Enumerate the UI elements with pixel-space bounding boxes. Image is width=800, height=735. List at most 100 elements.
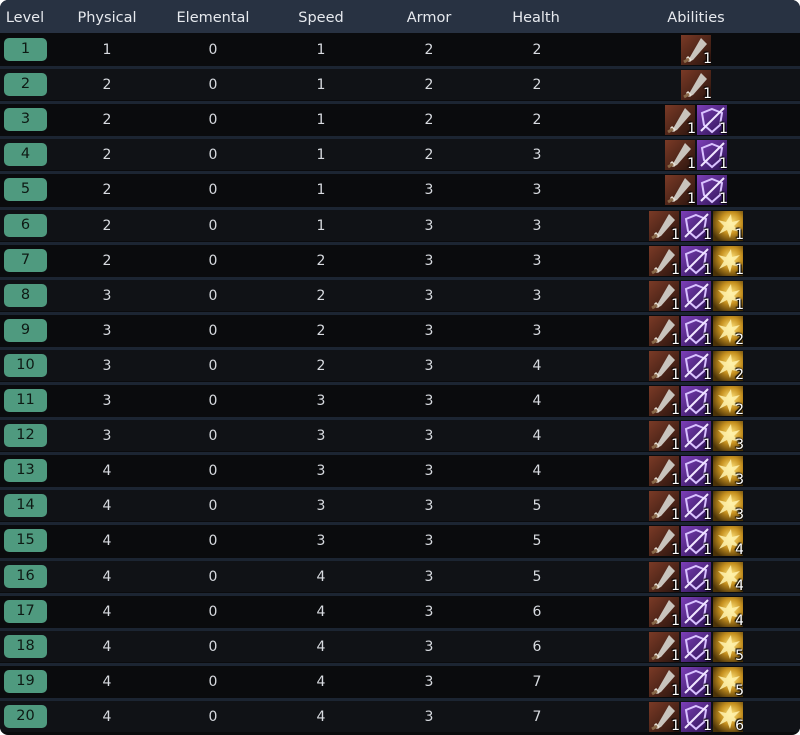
- arcane-shield-icon[interactable]: 1: [697, 105, 727, 135]
- header-physical: Physical: [77, 10, 137, 26]
- armor-value: 3: [424, 498, 434, 514]
- ability-count: 1: [671, 367, 679, 381]
- abilities-cell: 11: [665, 175, 727, 205]
- arcane-shield-icon[interactable]: 1: [681, 632, 711, 662]
- arcane-shield-icon[interactable]: 1: [697, 140, 727, 170]
- blade-strike-icon[interactable]: 1: [649, 246, 679, 276]
- blade-strike-icon[interactable]: 1: [649, 421, 679, 451]
- ability-count: 4: [735, 578, 743, 592]
- arcane-shield-icon[interactable]: 1: [681, 316, 711, 346]
- speed-value: 4: [316, 639, 326, 655]
- elemental-value: 0: [208, 674, 218, 690]
- blade-strike-icon[interactable]: 1: [649, 351, 679, 381]
- blade-strike-icon[interactable]: 1: [649, 597, 679, 627]
- header-abilities: Abilities: [667, 10, 725, 26]
- blade-strike-icon[interactable]: 1: [649, 702, 679, 732]
- golden-burst-icon[interactable]: 3: [713, 491, 743, 521]
- blade-strike-icon[interactable]: 1: [681, 70, 711, 100]
- blade-strike-icon[interactable]: 1: [665, 105, 695, 135]
- header-armor: Armor: [406, 10, 452, 26]
- golden-burst-icon[interactable]: 3: [713, 456, 743, 486]
- blade-strike-icon[interactable]: 1: [649, 316, 679, 346]
- level-badge: 10: [4, 354, 47, 377]
- arcane-shield-icon[interactable]: 1: [681, 211, 711, 241]
- golden-burst-icon[interactable]: 5: [713, 667, 743, 697]
- arcane-shield-icon[interactable]: 1: [681, 667, 711, 697]
- armor-value: 2: [424, 112, 434, 128]
- level-badge: 6: [4, 214, 47, 237]
- arcane-shield-icon[interactable]: 1: [681, 456, 711, 486]
- ability-count: 1: [719, 156, 727, 170]
- blade-strike-icon[interactable]: 1: [665, 140, 695, 170]
- speed-value: 3: [316, 428, 326, 444]
- speed-value: 4: [316, 604, 326, 620]
- ability-count: 1: [703, 227, 711, 241]
- arcane-shield-icon[interactable]: 1: [681, 386, 711, 416]
- golden-burst-icon[interactable]: 4: [713, 526, 743, 556]
- health-value: 3: [532, 323, 542, 339]
- arcane-shield-icon[interactable]: 1: [681, 281, 711, 311]
- blade-strike-icon[interactable]: 1: [649, 211, 679, 241]
- blade-strike-icon[interactable]: 1: [649, 456, 679, 486]
- physical-value: 3: [102, 323, 112, 339]
- blade-strike-icon[interactable]: 1: [649, 562, 679, 592]
- armor-value: 3: [424, 428, 434, 444]
- ability-count: 1: [671, 437, 679, 451]
- abilities-cell: 1 1 4: [649, 526, 743, 556]
- golden-burst-icon[interactable]: 6: [713, 702, 743, 732]
- abilities-cell: 1 1 1: [649, 281, 743, 311]
- physical-value: 4: [102, 639, 112, 655]
- blade-strike-icon[interactable]: 1: [681, 35, 711, 65]
- golden-burst-icon[interactable]: 2: [713, 316, 743, 346]
- arcane-shield-icon[interactable]: 1: [681, 351, 711, 381]
- physical-value: 3: [102, 428, 112, 444]
- golden-burst-icon[interactable]: 2: [713, 351, 743, 381]
- elemental-value: 0: [208, 639, 218, 655]
- health-value: 2: [532, 42, 542, 58]
- arcane-shield-icon[interactable]: 1: [681, 562, 711, 592]
- golden-burst-icon[interactable]: 3: [713, 421, 743, 451]
- ability-count: 4: [735, 542, 743, 556]
- arcane-shield-icon[interactable]: 1: [681, 491, 711, 521]
- health-value: 2: [532, 112, 542, 128]
- health-value: 4: [532, 358, 542, 374]
- arcane-shield-icon[interactable]: 1: [681, 421, 711, 451]
- level-badge: 12: [4, 424, 47, 447]
- table-row: 16 4 0 4 3 5 1 1 4: [0, 561, 800, 592]
- ability-count: 2: [735, 332, 743, 346]
- header-speed: Speed: [298, 10, 344, 26]
- ability-count: 1: [687, 191, 695, 205]
- table-header: Level Physical Elemental Speed Armor Hea…: [0, 0, 800, 33]
- elemental-value: 0: [208, 253, 218, 269]
- ability-count: 1: [671, 262, 679, 276]
- golden-burst-icon[interactable]: 5: [713, 632, 743, 662]
- golden-burst-icon[interactable]: 1: [713, 211, 743, 241]
- ability-count: 1: [687, 156, 695, 170]
- golden-burst-icon[interactable]: 4: [713, 562, 743, 592]
- speed-value: 3: [316, 463, 326, 479]
- arcane-shield-icon[interactable]: 1: [697, 175, 727, 205]
- golden-burst-icon[interactable]: 1: [713, 281, 743, 311]
- speed-value: 2: [316, 358, 326, 374]
- elemental-value: 0: [208, 147, 218, 163]
- golden-burst-icon[interactable]: 2: [713, 386, 743, 416]
- blade-strike-icon[interactable]: 1: [649, 632, 679, 662]
- blade-strike-icon[interactable]: 1: [649, 667, 679, 697]
- blade-strike-icon[interactable]: 1: [665, 175, 695, 205]
- golden-burst-icon[interactable]: 1: [713, 246, 743, 276]
- blade-strike-icon[interactable]: 1: [649, 526, 679, 556]
- blade-strike-icon[interactable]: 1: [649, 386, 679, 416]
- armor-value: 3: [424, 393, 434, 409]
- arcane-shield-icon[interactable]: 1: [681, 526, 711, 556]
- blade-strike-icon[interactable]: 1: [649, 281, 679, 311]
- physical-value: 3: [102, 393, 112, 409]
- arcane-shield-icon[interactable]: 1: [681, 597, 711, 627]
- golden-burst-icon[interactable]: 4: [713, 597, 743, 627]
- blade-strike-icon[interactable]: 1: [649, 491, 679, 521]
- health-value: 3: [532, 147, 542, 163]
- elemental-value: 0: [208, 533, 218, 549]
- arcane-shield-icon[interactable]: 1: [681, 246, 711, 276]
- health-value: 5: [532, 498, 542, 514]
- level-badge: 17: [4, 600, 47, 623]
- arcane-shield-icon[interactable]: 1: [681, 702, 711, 732]
